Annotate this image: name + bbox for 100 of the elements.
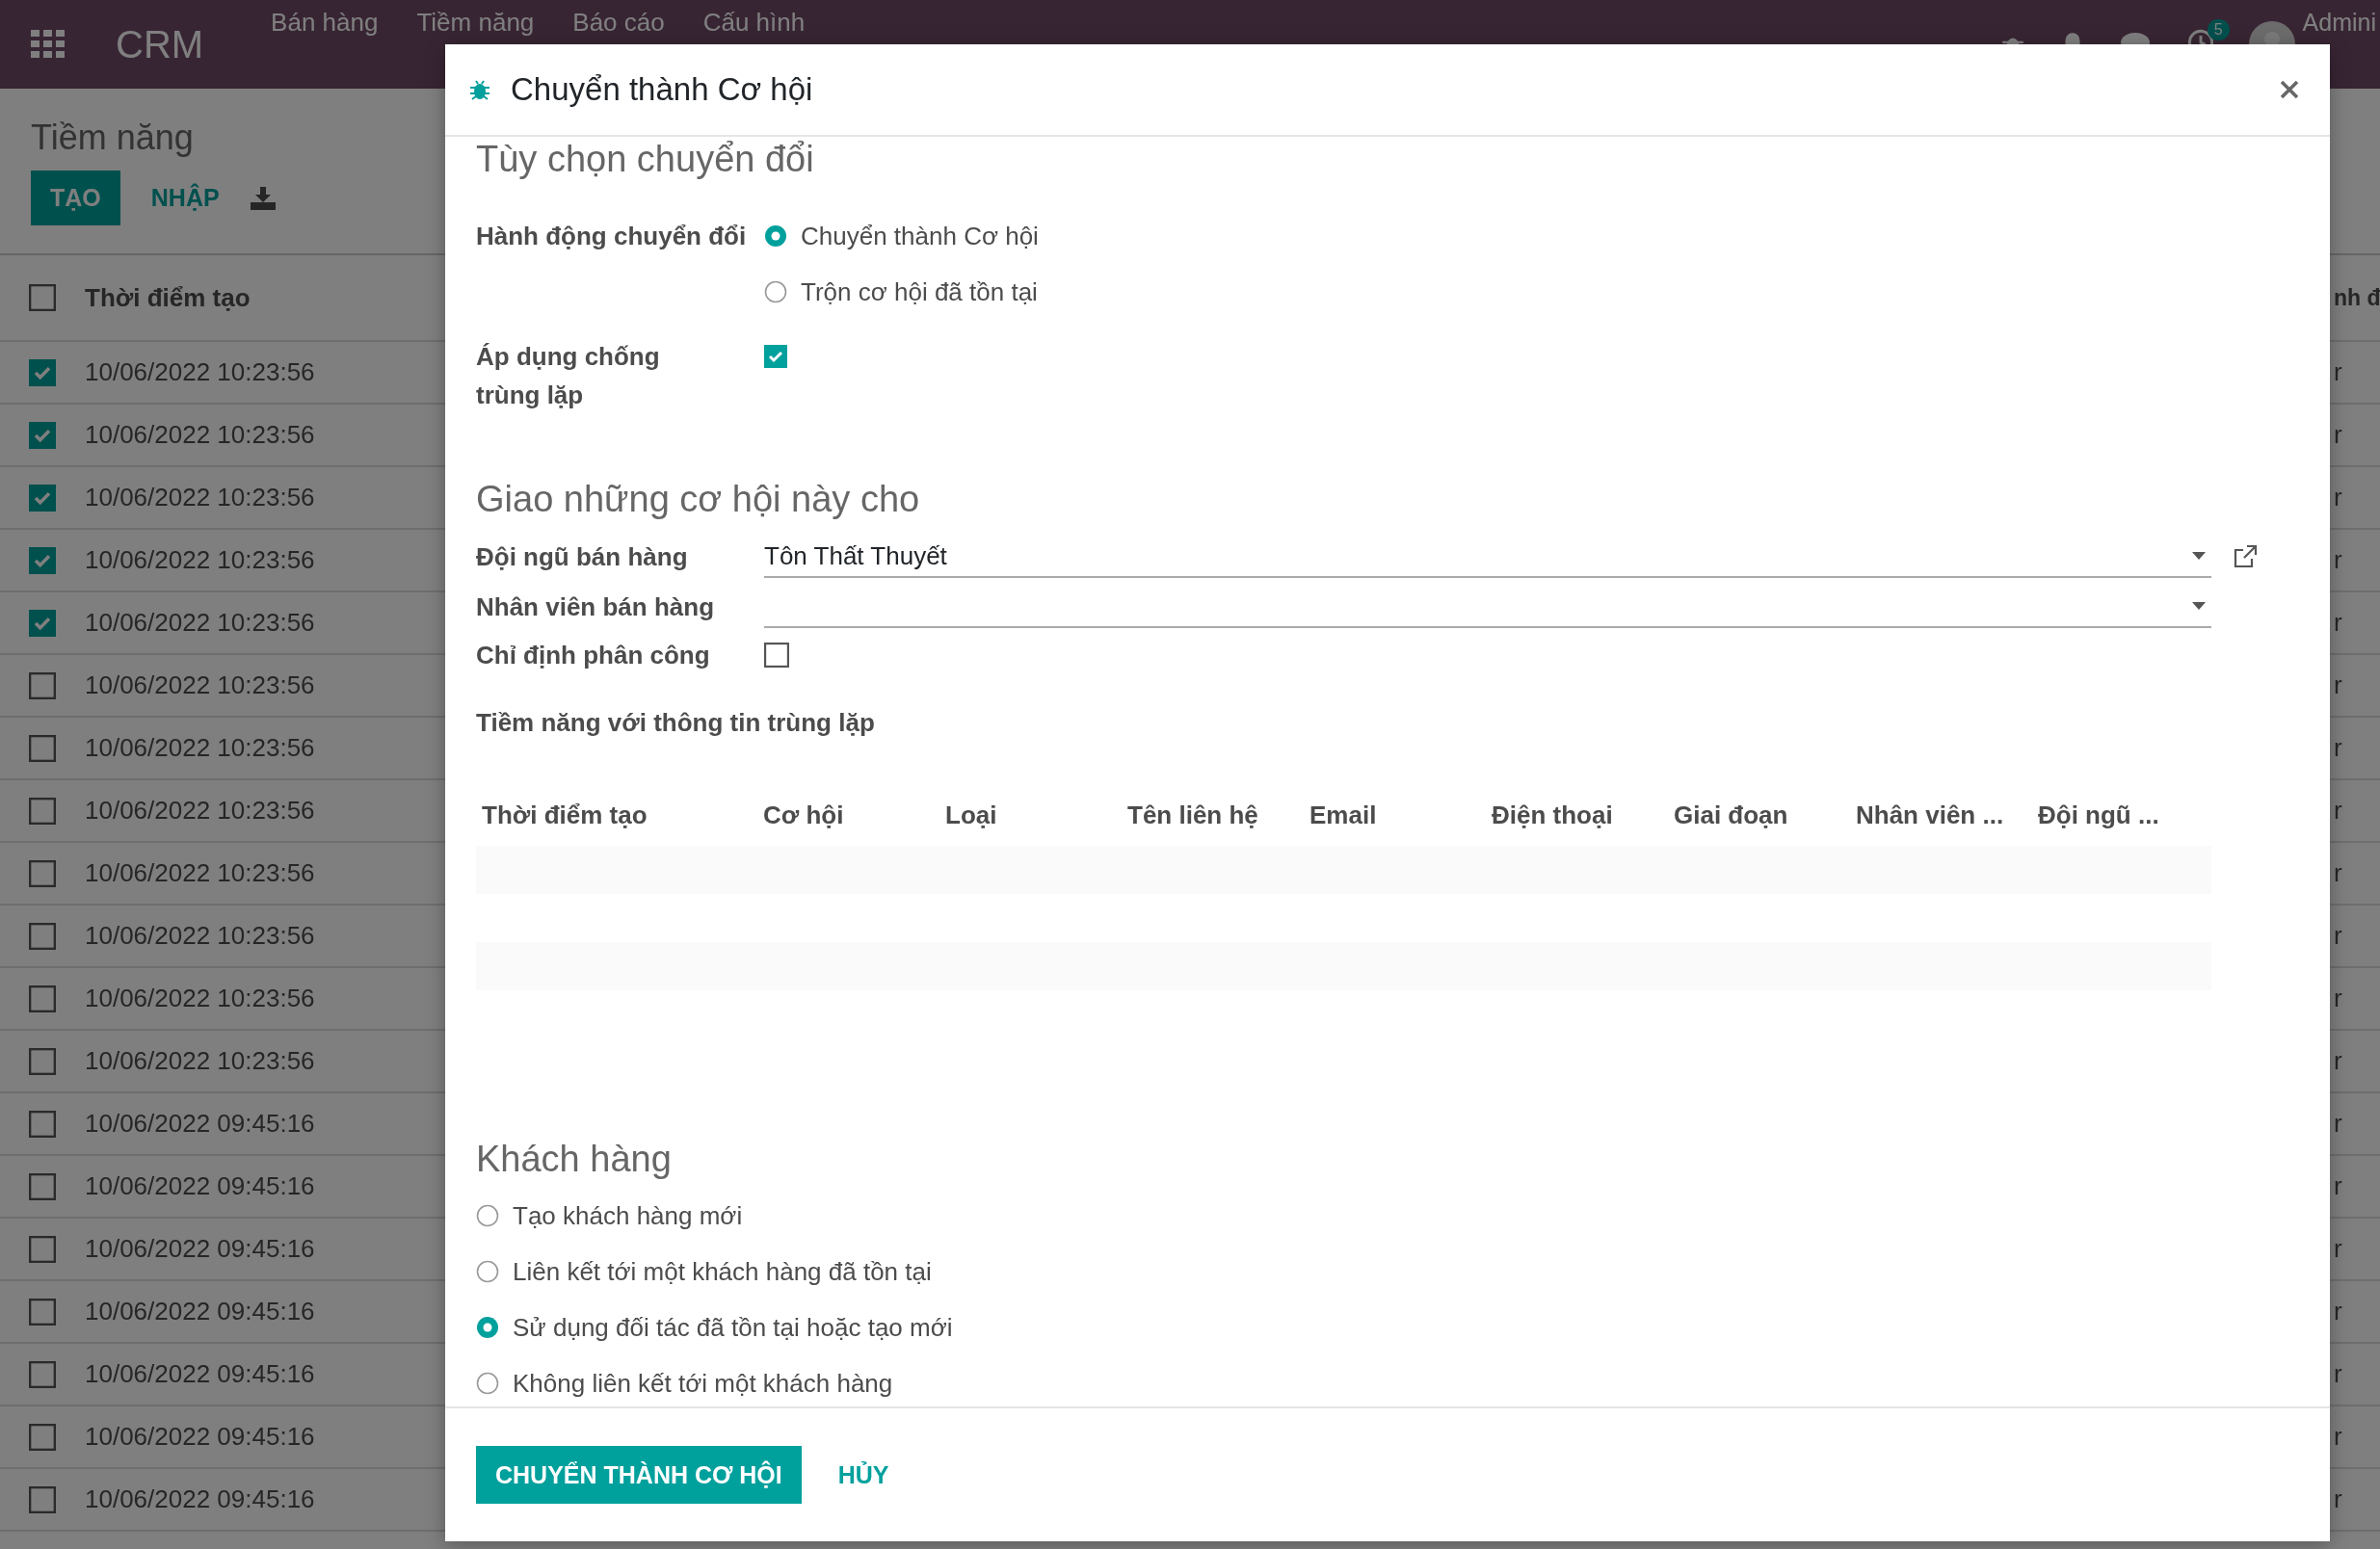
- radio-button[interactable]: [476, 1316, 499, 1339]
- table-cell: 10/06/2022 09:45:16: [85, 1234, 315, 1264]
- table-cell: r: [2334, 1046, 2342, 1076]
- checkbox[interactable]: [29, 734, 56, 762]
- caret-icon[interactable]: [2192, 552, 2206, 560]
- checkbox[interactable]: [29, 284, 56, 311]
- close-icon[interactable]: [2280, 80, 2299, 99]
- checkbox[interactable]: [29, 358, 56, 386]
- user-name[interactable]: Admini: [2302, 8, 2376, 37]
- column-header[interactable]: Loại: [939, 800, 1122, 830]
- table-cell: r: [2334, 1171, 2342, 1201]
- app-name[interactable]: CRM: [116, 22, 204, 66]
- checkbox[interactable]: [29, 797, 56, 825]
- section-heading: Tùy chọn chuyển đổi: [476, 138, 815, 181]
- checkbox[interactable]: [29, 1172, 56, 1200]
- column-header[interactable]: Email: [1304, 800, 1486, 830]
- checkbox[interactable]: [29, 546, 56, 574]
- radio-button[interactable]: [476, 1372, 499, 1395]
- checkbox[interactable]: [29, 609, 56, 637]
- option-label[interactable]: Không liên kết tới một khách hàng: [513, 1368, 893, 1399]
- checkbox[interactable]: [29, 671, 56, 699]
- checkbox[interactable]: [29, 1235, 56, 1263]
- caret-icon[interactable]: [2192, 602, 2206, 610]
- radio-button[interactable]: [476, 1204, 499, 1227]
- option-label[interactable]: Chuyển thành Cơ hội: [801, 221, 1039, 251]
- checkbox[interactable]: [29, 1360, 56, 1388]
- column-header[interactable]: Thời điểm tạo: [85, 282, 251, 313]
- checkbox[interactable]: [29, 985, 56, 1012]
- column-header[interactable]: Điện thoại: [1486, 800, 1668, 830]
- table-cell: r: [2334, 1234, 2342, 1264]
- column-header[interactable]: Đội ngũ ...: [2032, 800, 2214, 830]
- table-cell: 10/06/2022 10:23:56: [85, 1046, 315, 1076]
- menu-item[interactable]: Cấu hình: [702, 8, 806, 37]
- apps-menu-icon[interactable]: [31, 30, 66, 59]
- checkbox[interactable]: [29, 922, 56, 950]
- field-label: Nhân viên bán hàng: [476, 591, 716, 622]
- section-heading: Khách hàng: [476, 1138, 673, 1181]
- column-header[interactable]: Thời điểm tạo: [476, 800, 757, 830]
- table-cell: r: [2334, 1297, 2342, 1326]
- table-cell: 10/06/2022 10:23:56: [85, 545, 315, 575]
- table-cell: r: [2334, 984, 2342, 1013]
- column-header[interactable]: Cơ hội: [757, 800, 939, 830]
- field-label: Hành động chuyển đổi: [476, 220, 748, 252]
- table-cell: 10/06/2022 09:45:16: [85, 1171, 315, 1201]
- checkbox[interactable]: [764, 345, 787, 368]
- table-cell: r: [2334, 670, 2342, 700]
- table-cell: r: [2334, 1422, 2342, 1452]
- section-heading: Giao những cơ hội này cho: [476, 478, 921, 521]
- table-cell: 10/06/2022 09:45:16: [85, 1297, 315, 1326]
- column-header[interactable]: Tên liên hệ: [1122, 800, 1304, 830]
- checkbox[interactable]: [29, 1298, 56, 1326]
- field-label: Áp dụng chống trùng lặp: [476, 341, 661, 411]
- table-cell: r: [2334, 921, 2342, 951]
- table-cell: 10/06/2022 10:23:56: [85, 921, 315, 951]
- option-label[interactable]: Liên kết tới một khách hàng đã tồn tại: [513, 1256, 932, 1287]
- checkbox[interactable]: [29, 1110, 56, 1138]
- checkbox[interactable]: [29, 1047, 56, 1075]
- table-cell: 10/06/2022 09:45:16: [85, 1109, 315, 1139]
- external-link-icon[interactable]: [2233, 544, 2258, 569]
- option-label[interactable]: Sử dụng đối tác đã tồn tại hoặc tạo mới: [513, 1312, 953, 1343]
- select-field[interactable]: Tôn Thất Thuyết: [764, 536, 2211, 578]
- field-label: Chỉ định phân công: [476, 640, 711, 670]
- table-cell: 10/06/2022 10:23:56: [85, 608, 315, 638]
- table-cell: 10/06/2022 10:23:56: [85, 984, 315, 1013]
- column-header[interactable]: Nhân viên ...: [1850, 800, 2032, 830]
- table-cell: r: [2334, 420, 2342, 450]
- option-label[interactable]: Tạo khách hàng mới: [513, 1200, 743, 1231]
- menu-item[interactable]: Tiềm năng: [416, 8, 535, 37]
- table-cell: r: [2334, 608, 2342, 638]
- checkbox[interactable]: [29, 859, 56, 887]
- radio-button[interactable]: [476, 1260, 499, 1283]
- column-header[interactable]: Giai đoạn: [1668, 800, 1850, 830]
- checkbox[interactable]: [29, 1423, 56, 1451]
- download-icon[interactable]: [250, 186, 276, 210]
- checkbox[interactable]: [29, 1485, 56, 1513]
- table-cell: r: [2334, 733, 2342, 763]
- checkbox[interactable]: [29, 421, 56, 449]
- option-label[interactable]: Trộn cơ hội đã tồn tại: [801, 276, 1038, 307]
- table-cell: 10/06/2022 10:23:56: [85, 357, 315, 387]
- table-cell: 10/06/2022 10:23:56: [85, 420, 315, 450]
- checkbox[interactable]: [764, 643, 789, 668]
- table-cell: 10/06/2022 09:45:16: [85, 1359, 315, 1389]
- table-cell: r: [2334, 1484, 2342, 1514]
- table-cell: r: [2334, 1109, 2342, 1139]
- table-cell: r: [2334, 1359, 2342, 1389]
- table-cell: r: [2334, 796, 2342, 826]
- menu-item[interactable]: Báo cáo: [572, 8, 665, 37]
- radio-button[interactable]: [764, 280, 787, 303]
- radio-button[interactable]: [764, 224, 787, 248]
- table-cell: r: [2334, 858, 2342, 888]
- table-cell: 10/06/2022 10:23:56: [85, 733, 315, 763]
- field-label: Tiềm năng với thông tin trùng lặp: [476, 707, 876, 739]
- table-cell: 10/06/2022 09:45:16: [85, 1422, 315, 1452]
- table-cell: r: [2334, 357, 2342, 387]
- column-header[interactable]: nh đ: [2334, 284, 2380, 311]
- table-cell: 10/06/2022 10:23:56: [85, 858, 315, 888]
- table-cell: 10/06/2022 09:45:16: [85, 1484, 315, 1514]
- checkbox[interactable]: [29, 484, 56, 512]
- menu-item[interactable]: Bán hàng: [271, 8, 379, 37]
- table-cell: 10/06/2022 10:23:56: [85, 483, 315, 512]
